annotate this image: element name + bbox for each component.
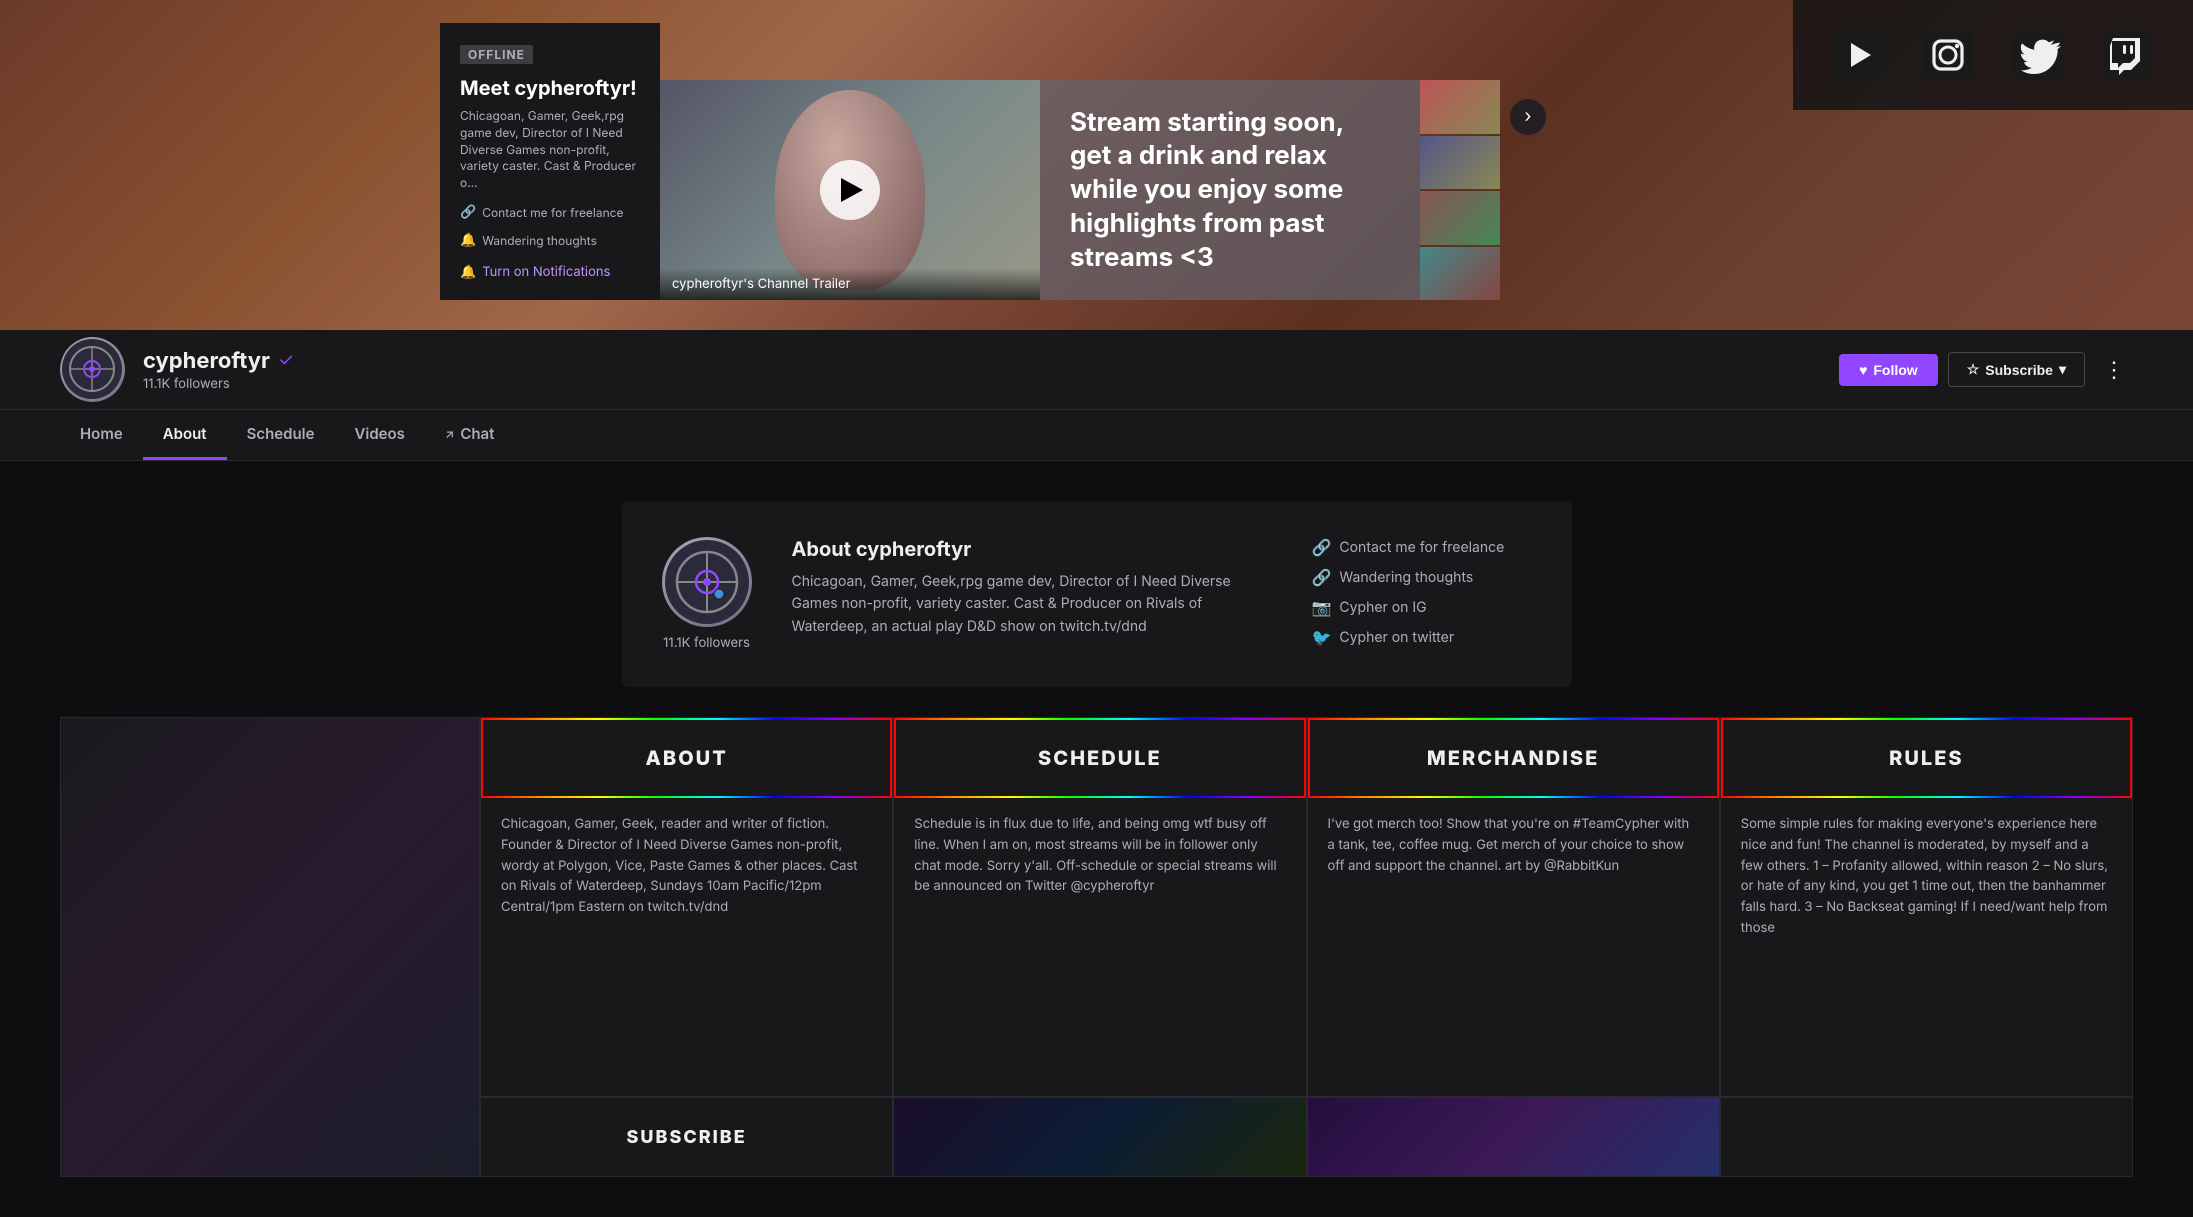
tab-about[interactable]: About	[143, 410, 227, 460]
play-button[interactable]	[820, 160, 880, 220]
panel-title: Meet cypheroftyr!	[460, 76, 640, 100]
external-link-icon: ↗	[445, 426, 454, 441]
profile-row: cypheroftyr ✓ 11.1K followers ♥ Follow ☆…	[0, 330, 2193, 410]
tab-home[interactable]: Home	[60, 410, 143, 460]
avatar-image	[60, 337, 125, 402]
about-link-wandering[interactable]: 🔗 Wandering thoughts	[1312, 567, 1532, 587]
bottom-panel-2	[893, 1097, 1306, 1177]
notify-link[interactable]: 🔔 Turn on Notifications	[460, 264, 640, 280]
subscribe-bottom-label: SUBSCRIBE	[627, 1127, 747, 1148]
about-link-twitter[interactable]: 🐦 Cypher on twitter	[1312, 627, 1532, 647]
schedule-panel-header: SCHEDULE	[894, 718, 1305, 798]
more-options-button[interactable]: ⋮	[2095, 353, 2133, 387]
contact-link[interactable]: 🔗 Contact me for freelance	[460, 204, 640, 220]
about-panel-header: ABOUT	[481, 718, 892, 798]
thumbnail-strip	[1420, 80, 1500, 300]
rules-panel-body: Some simple rules for making everyone's …	[1721, 798, 2132, 1096]
follower-count: 11.1K followers	[143, 376, 294, 392]
social-icons-bar	[1793, 0, 2193, 110]
channel-trailer-panel[interactable]: cypheroftyr's Channel Trailer	[660, 80, 1040, 300]
thumbnail-4[interactable]	[1420, 247, 1500, 301]
highlight-text: Stream starting soon, get a drink and re…	[1070, 106, 1390, 275]
about-follower-count: 11.1K followers	[663, 635, 750, 651]
about-avatar-wrap: 11.1K followers	[662, 537, 752, 651]
twitter-icon[interactable]	[1993, 10, 2083, 100]
twitch-icon[interactable]	[2083, 10, 2173, 100]
left-image	[61, 718, 479, 1176]
about-links: 🔗 Contact me for freelance 🔗 Wandering t…	[1312, 537, 1532, 647]
about-section: 11.1K followers About cypheroftyr Chicag…	[622, 501, 1572, 687]
merchandise-panel-header: MERCHANDISE	[1308, 718, 1719, 798]
banner: OFFLINE Meet cypheroftyr! Chicagoan, Gam…	[0, 0, 2193, 330]
nav-tabs: Home About Schedule Videos ↗ Chat	[0, 410, 2193, 461]
video-label: cypheroftyr's Channel Trailer	[660, 268, 1040, 300]
avatar	[60, 337, 125, 402]
main-content: 11.1K followers About cypheroftyr Chicag…	[0, 461, 2193, 1217]
next-arrow[interactable]: ›	[1510, 99, 1546, 135]
chevron-down-icon: ▾	[2059, 361, 2066, 378]
instagram-link-icon: 📷	[1312, 597, 1332, 617]
verified-icon: ✓	[278, 350, 294, 371]
panel-description: Chicagoan, Gamer, Geek,rpg game dev, Dir…	[460, 108, 640, 192]
thumbnail-2[interactable]	[1420, 136, 1500, 190]
highlight-panel: Stream starting soon, get a drink and re…	[1040, 80, 1420, 300]
schedule-panel-title: SCHEDULE	[1038, 746, 1162, 770]
instagram-icon[interactable]	[1903, 10, 1993, 100]
rules-panel-header: RULES	[1721, 718, 2132, 798]
merchandise-panel-body: I've got merch too! Show that you're on …	[1308, 798, 1719, 1096]
channel-name: cypheroftyr	[143, 348, 270, 374]
notification-icon: 🔔	[460, 264, 476, 280]
thumbnail-1[interactable]	[1420, 80, 1500, 134]
link-icon-1: 🔗	[1312, 537, 1332, 557]
bottom-panel-4	[1720, 1097, 2133, 1177]
channel-info: cypheroftyr ✓ 11.1K followers	[143, 348, 294, 392]
tab-chat[interactable]: ↗ Chat	[425, 410, 515, 460]
rules-panel-title: RULES	[1889, 746, 1964, 770]
play-icon	[841, 178, 863, 202]
about-avatar	[662, 537, 752, 627]
panels-row-1: ABOUT Chicagoan, Gamer, Geek, reader and…	[480, 717, 2133, 1097]
bell-icon: 🔔	[460, 232, 476, 248]
offline-panel: OFFLINE Meet cypheroftyr! Chicagoan, Gam…	[440, 23, 660, 300]
schedule-panel-body: Schedule is in flux due to life, and bei…	[894, 798, 1305, 1096]
panels-container: ABOUT Chicagoan, Gamer, Geek, reader and…	[480, 717, 2133, 1177]
banner-panels: OFFLINE Meet cypheroftyr! Chicagoan, Gam…	[440, 23, 1546, 300]
about-panel-title: ABOUT	[646, 746, 728, 770]
thumbnail-3[interactable]	[1420, 191, 1500, 245]
left-image-panel	[60, 717, 480, 1177]
schedule-panel-card: SCHEDULE Schedule is in flux due to life…	[893, 717, 1306, 1097]
bottom-panels-row: SUBSCRIBE	[480, 1097, 2133, 1177]
about-title: About cypheroftyr	[792, 537, 1272, 561]
twitter-link-icon: 🐦	[1312, 627, 1332, 647]
link-icon: 🔗	[460, 204, 476, 220]
wandering-link[interactable]: 🔔 Wandering thoughts	[460, 232, 640, 248]
bottom-panel-3	[1307, 1097, 1720, 1177]
follow-button[interactable]: ♥ Follow	[1839, 354, 1938, 386]
panels-grid: ABOUT Chicagoan, Gamer, Geek, reader and…	[60, 717, 2133, 1177]
about-link-ig[interactable]: 📷 Cypher on IG	[1312, 597, 1532, 617]
about-text: About cypheroftyr Chicagoan, Gamer, Geek…	[792, 537, 1272, 638]
offline-badge: OFFLINE	[460, 45, 533, 64]
youtube-icon[interactable]	[1813, 10, 1903, 100]
about-bio: Chicagoan, Gamer, Geek,rpg game dev, Dir…	[792, 571, 1272, 638]
profile-actions: ♥ Follow ☆ Subscribe ▾ ⋮	[1839, 352, 2133, 387]
link-icon-2: 🔗	[1312, 567, 1332, 587]
about-link-freelance[interactable]: 🔗 Contact me for freelance	[1312, 537, 1532, 557]
star-icon: ☆	[1967, 361, 1980, 378]
subscribe-panel-bottom[interactable]: SUBSCRIBE	[480, 1097, 893, 1177]
tab-videos[interactable]: Videos	[334, 410, 424, 460]
rules-panel-card: RULES Some simple rules for making every…	[1720, 717, 2133, 1097]
merchandise-panel-card: MERCHANDISE I've got merch too! Show tha…	[1307, 717, 1720, 1097]
merchandise-panel-title: MERCHANDISE	[1427, 746, 1599, 770]
tab-schedule[interactable]: Schedule	[227, 410, 335, 460]
about-panel-body: Chicagoan, Gamer, Geek, reader and write…	[481, 798, 892, 1096]
about-panel-card: ABOUT Chicagoan, Gamer, Geek, reader and…	[480, 717, 893, 1097]
subscribe-button[interactable]: ☆ Subscribe ▾	[1948, 352, 2085, 387]
channel-name-row: cypheroftyr ✓	[143, 348, 294, 374]
heart-icon: ♥	[1859, 362, 1867, 378]
